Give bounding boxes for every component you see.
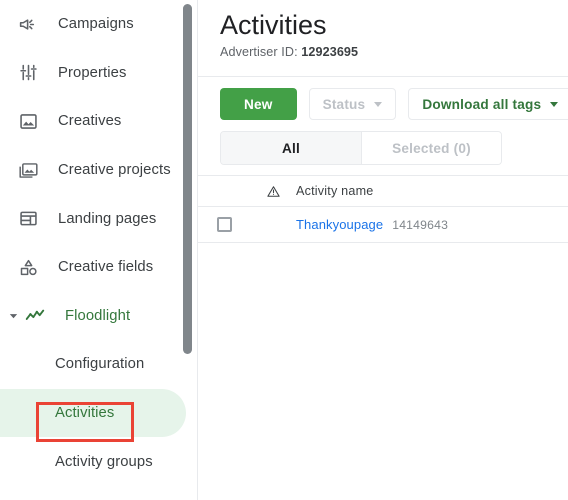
page-header: Activities Advertiser ID: 12923695 xyxy=(198,0,568,69)
caret-down-icon[interactable] xyxy=(6,309,20,323)
tabs: All Selected (0) xyxy=(220,131,502,165)
activities-table: Activity name Thankyoupage 14149643 xyxy=(198,175,568,243)
web-asset-icon xyxy=(16,207,40,231)
warning-triangle-icon xyxy=(250,184,296,199)
image-icon xyxy=(16,109,40,133)
photo-library-icon xyxy=(16,158,40,182)
sidebar-item-landing-pages[interactable]: Landing pages xyxy=(0,194,186,243)
sidebar-item-label: Landing pages xyxy=(58,210,157,227)
timeline-icon xyxy=(23,304,47,328)
sidebar-item-creative-fields[interactable]: Creative fields xyxy=(0,243,186,292)
chevron-down-icon xyxy=(374,101,383,107)
advertiser-id-line: Advertiser ID: 12923695 xyxy=(220,45,568,59)
table-header-row: Activity name xyxy=(198,175,568,207)
sidebar-item-label: Creative projects xyxy=(58,162,171,179)
sidebar-item-creatives[interactable]: Creatives xyxy=(0,97,186,146)
campaign-icon xyxy=(16,12,40,36)
header-activity-name: Activity name xyxy=(296,184,374,198)
toolbar: New Status Download all tags xyxy=(198,77,568,131)
tab-selected[interactable]: Selected (0) xyxy=(361,132,501,164)
sidebar-subitem-activity-groups[interactable]: Activity groups xyxy=(0,437,186,486)
new-button[interactable]: New xyxy=(220,88,297,120)
page-title: Activities xyxy=(220,10,327,40)
sidebar-item-floodlight[interactable]: Floodlight xyxy=(0,292,186,341)
sidebar-item-creative-projects[interactable]: Creative projects xyxy=(0,146,186,195)
app-root: Campaigns Properties Creatives Creative … xyxy=(0,0,568,500)
main-content: Activities Advertiser ID: 12923695 New S… xyxy=(198,0,568,500)
sidebar-nav-list: Campaigns Properties Creatives Creative … xyxy=(0,0,198,486)
row-checkbox[interactable] xyxy=(216,217,232,232)
sidebar-scrollbar[interactable] xyxy=(183,0,192,500)
status-filter-button[interactable]: Status xyxy=(308,88,397,120)
download-all-tags-button[interactable]: Download all tags xyxy=(408,88,568,120)
advertiser-id-label: Advertiser ID: xyxy=(220,45,298,59)
sidebar-scrollbar-thumb[interactable] xyxy=(183,4,192,354)
tab-all[interactable]: All xyxy=(221,132,361,164)
row-name-cell: Thankyoupage 14149643 xyxy=(296,217,568,232)
sidebar-subitem-label: Activity groups xyxy=(55,453,153,470)
sidebar-item-label: Creatives xyxy=(58,113,122,130)
chevron-down-icon xyxy=(550,101,559,107)
sidebar-subitem-activities[interactable]: Activities xyxy=(0,388,186,438)
table-row[interactable]: Thankyoupage 14149643 xyxy=(198,207,568,243)
download-all-tags-label: Download all tags xyxy=(422,96,542,112)
tabs-container: All Selected (0) xyxy=(198,131,568,165)
shapes-icon xyxy=(16,255,40,279)
tune-icon xyxy=(16,61,40,85)
advertiser-id-value: 12923695 xyxy=(301,45,359,59)
sidebar-item-properties[interactable]: Properties xyxy=(0,49,186,98)
sidebar-subitem-label: Configuration xyxy=(55,356,145,373)
sidebar-item-label: Properties xyxy=(58,64,127,81)
activity-name-link[interactable]: Thankyoupage xyxy=(296,217,383,232)
sidebar-subitem-configuration[interactable]: Configuration xyxy=(0,340,186,389)
sidebar-item-campaigns[interactable]: Campaigns xyxy=(0,0,186,49)
status-filter-label: Status xyxy=(322,96,366,112)
sidebar-item-label: Campaigns xyxy=(58,16,134,33)
activity-id: 14149643 xyxy=(392,218,449,232)
sidebar-subitem-label: Activities xyxy=(55,405,115,422)
sidebar-item-label: Floodlight xyxy=(65,307,131,324)
row-checkbox-cell xyxy=(198,217,250,232)
sidebar: Campaigns Properties Creatives Creative … xyxy=(0,0,198,500)
sidebar-item-label: Creative fields xyxy=(58,259,154,276)
